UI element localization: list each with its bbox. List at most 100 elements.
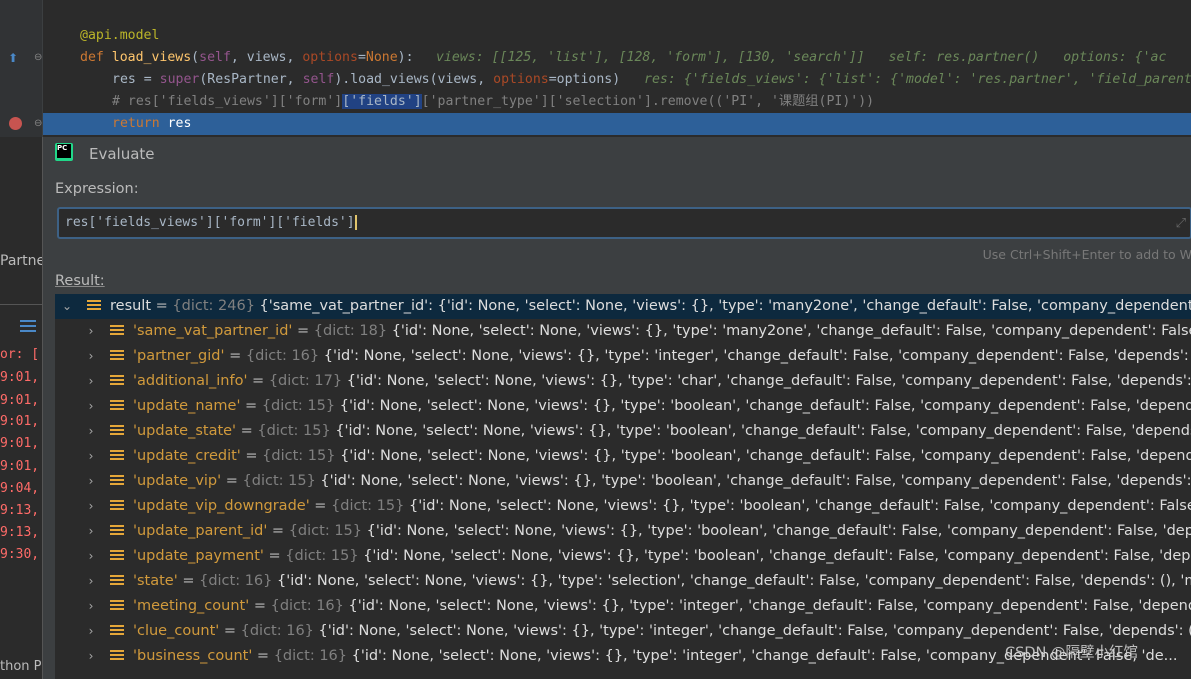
override-method-icon[interactable]: ⬆ bbox=[8, 52, 18, 64]
chevron-right-icon[interactable]: › bbox=[85, 419, 97, 444]
inline-debug-hint: views: [[125, 'list'], [128, 'form'], [1… bbox=[436, 50, 1167, 65]
item-key: 'business_count' bbox=[133, 648, 253, 664]
fold-icon[interactable]: ⊖ bbox=[34, 52, 42, 64]
expand-icon[interactable]: ⤢ bbox=[1176, 216, 1186, 231]
root-type: {dict: 246} bbox=[172, 298, 255, 314]
item-preview: {'id': None, 'select': None, 'views': {}… bbox=[391, 323, 1191, 339]
chevron-right-icon[interactable]: › bbox=[85, 519, 97, 544]
dict-icon bbox=[110, 425, 124, 437]
item-preview: {'id': None, 'select': None, 'views': {}… bbox=[348, 598, 1191, 614]
table-row[interactable]: ›'update_name' = {dict: 15} {'id': None,… bbox=[55, 394, 1191, 419]
item-type: {dict: 17} bbox=[268, 373, 343, 389]
item-key: 'same_vat_partner_id' bbox=[133, 323, 293, 339]
chevron-right-icon[interactable]: › bbox=[85, 394, 97, 419]
item-preview: {'id': None, 'select': None, 'views': {}… bbox=[323, 348, 1191, 364]
chevron-right-icon[interactable]: › bbox=[85, 569, 97, 594]
inline-debug-hint-res: res: {'fields_views': {'list': {'model':… bbox=[644, 72, 1191, 87]
table-row[interactable]: ›'additional_info' = {dict: 17} {'id': N… bbox=[55, 369, 1191, 394]
current-execution-line bbox=[43, 113, 1191, 135]
item-type: {dict: 15} bbox=[242, 473, 316, 489]
chevron-down-icon[interactable]: ⌄ bbox=[61, 294, 73, 319]
log-time: 9:01, bbox=[0, 414, 40, 429]
item-preview: {'id': None, 'select': None, 'views': {}… bbox=[363, 548, 1191, 564]
item-key: 'update_credit' bbox=[133, 448, 241, 464]
code-line-def[interactable]: def load_views(self, views, options=None… bbox=[80, 47, 414, 69]
table-row[interactable]: ›'same_vat_partner_id' = {dict: 18} {'id… bbox=[55, 319, 1191, 344]
breakpoint-icon[interactable] bbox=[9, 117, 22, 130]
chevron-right-icon[interactable]: › bbox=[85, 594, 97, 619]
code-line-comment[interactable]: # res['fields_views']['form']['fields'][… bbox=[112, 91, 874, 113]
code-editor[interactable]: ⬆ ⊖ ⊖ ⬆ @api.model def load_views(self, … bbox=[0, 0, 1191, 151]
shortcut-hint: Use Ctrl+Shift+Enter to add to W bbox=[982, 247, 1191, 262]
log-time: 9:01, bbox=[0, 370, 40, 385]
table-row[interactable]: ›'update_payment' = {dict: 15} {'id': No… bbox=[55, 544, 1191, 569]
item-key: 'meeting_count' bbox=[133, 598, 250, 614]
watermark: CSDN @隔壁小红馆 bbox=[1005, 645, 1138, 661]
table-row[interactable]: ›'update_state' = {dict: 15} {'id': None… bbox=[55, 419, 1191, 444]
log-error-fragment: or: [ bbox=[0, 347, 40, 362]
chevron-right-icon[interactable]: › bbox=[85, 444, 97, 469]
fold-end-icon[interactable]: ⊖ bbox=[34, 118, 42, 130]
table-row[interactable]: ›'update_credit' = {dict: 15} {'id': Non… bbox=[55, 444, 1191, 469]
decorator-text: @api.model bbox=[80, 28, 160, 43]
code-line-return[interactable]: return res bbox=[112, 113, 191, 135]
item-key: 'state' bbox=[133, 573, 178, 589]
item-type: {dict: 16} bbox=[199, 573, 273, 589]
pycharm-icon bbox=[55, 143, 73, 161]
dict-icon bbox=[110, 625, 124, 637]
dict-icon bbox=[110, 400, 124, 412]
expression-input[interactable]: res['fields_views']['form']['fields'] ⤢ bbox=[57, 207, 1191, 239]
chevron-right-icon[interactable]: › bbox=[85, 344, 97, 369]
table-row[interactable]: ›'state' = {dict: 16} {'id': None, 'sele… bbox=[55, 569, 1191, 594]
item-type: {dict: 18} bbox=[313, 323, 388, 339]
table-row[interactable]: ›'partner_gid' = {dict: 16} {'id': None,… bbox=[55, 344, 1191, 369]
log-time: 9:01, bbox=[0, 393, 40, 408]
evaluate-dialog[interactable]: Evaluate Expression: res['fields_views']… bbox=[42, 137, 1191, 679]
table-row[interactable]: ›'update_parent_id' = {dict: 15} {'id': … bbox=[55, 519, 1191, 544]
code-line-decorator[interactable]: @api.model bbox=[80, 25, 159, 47]
code-line-super[interactable]: res = super(ResPartner, self).load_views… bbox=[112, 69, 620, 91]
menu-icon[interactable] bbox=[20, 320, 36, 332]
chevron-right-icon[interactable]: › bbox=[85, 644, 97, 669]
tree-row-root[interactable]: ⌄ result = {dict: 246} {'same_vat_partne… bbox=[55, 294, 1191, 319]
item-key: 'update_payment' bbox=[133, 548, 264, 564]
panel-partner-label: Partne bbox=[0, 253, 46, 269]
editor-gutter[interactable]: ⬆ ⊖ ⊖ ⬆ bbox=[0, 0, 43, 151]
dict-icon bbox=[110, 600, 124, 612]
chevron-right-icon[interactable]: › bbox=[85, 469, 97, 494]
dict-icon bbox=[110, 500, 124, 512]
table-row[interactable]: ›'update_vip_downgrade' = {dict: 15} {'i… bbox=[55, 494, 1191, 519]
item-preview: {'id': None, 'select': None, 'views': {}… bbox=[318, 623, 1191, 639]
panel-bottom-label: thon P bbox=[0, 659, 42, 674]
chevron-right-icon[interactable]: › bbox=[85, 619, 97, 644]
dict-icon bbox=[110, 475, 124, 487]
item-preview: {'id': None, 'select': None, 'views': {}… bbox=[408, 498, 1191, 514]
item-preview: {'id': None, 'select': None, 'views': {}… bbox=[340, 448, 1191, 464]
table-row[interactable]: ›'update_vip' = {dict: 15} {'id': None, … bbox=[55, 469, 1191, 494]
divider bbox=[0, 304, 42, 305]
log-time: 9:01, bbox=[0, 459, 40, 474]
dict-icon bbox=[110, 650, 124, 662]
dict-icon bbox=[110, 550, 124, 562]
item-type: {dict: 15} bbox=[288, 523, 362, 539]
item-preview: {'id': None, 'select': None, 'views': {}… bbox=[335, 423, 1191, 439]
chevron-right-icon[interactable]: › bbox=[85, 369, 97, 394]
item-key: 'partner_gid' bbox=[133, 348, 225, 364]
chevron-right-icon[interactable]: › bbox=[85, 319, 97, 344]
side-panel: Partne or: [ 9:01, 9:01, 9:01, 9:01, 9:0… bbox=[0, 137, 46, 679]
item-key: 'clue_count' bbox=[133, 623, 220, 639]
dict-icon bbox=[110, 450, 124, 462]
item-key: 'update_vip_downgrade' bbox=[133, 498, 310, 514]
table-row[interactable]: ›'meeting_count' = {dict: 16} {'id': Non… bbox=[55, 594, 1191, 619]
chevron-right-icon[interactable]: › bbox=[85, 544, 97, 569]
result-tree[interactable]: ⌄ result = {dict: 246} {'same_vat_partne… bbox=[55, 294, 1191, 679]
log-time: 9:13, bbox=[0, 503, 40, 518]
chevron-right-icon[interactable]: › bbox=[85, 494, 97, 519]
dict-icon bbox=[110, 350, 124, 362]
item-preview: {'id': None, 'select': None, 'views': {}… bbox=[346, 373, 1191, 389]
dict-icon bbox=[110, 325, 124, 337]
item-type: {dict: 15} bbox=[285, 548, 359, 564]
log-time: 9:13, bbox=[0, 525, 40, 540]
expression-text[interactable]: res['fields_views']['form']['fields'] bbox=[65, 215, 357, 230]
item-key: 'update_name' bbox=[133, 398, 241, 414]
